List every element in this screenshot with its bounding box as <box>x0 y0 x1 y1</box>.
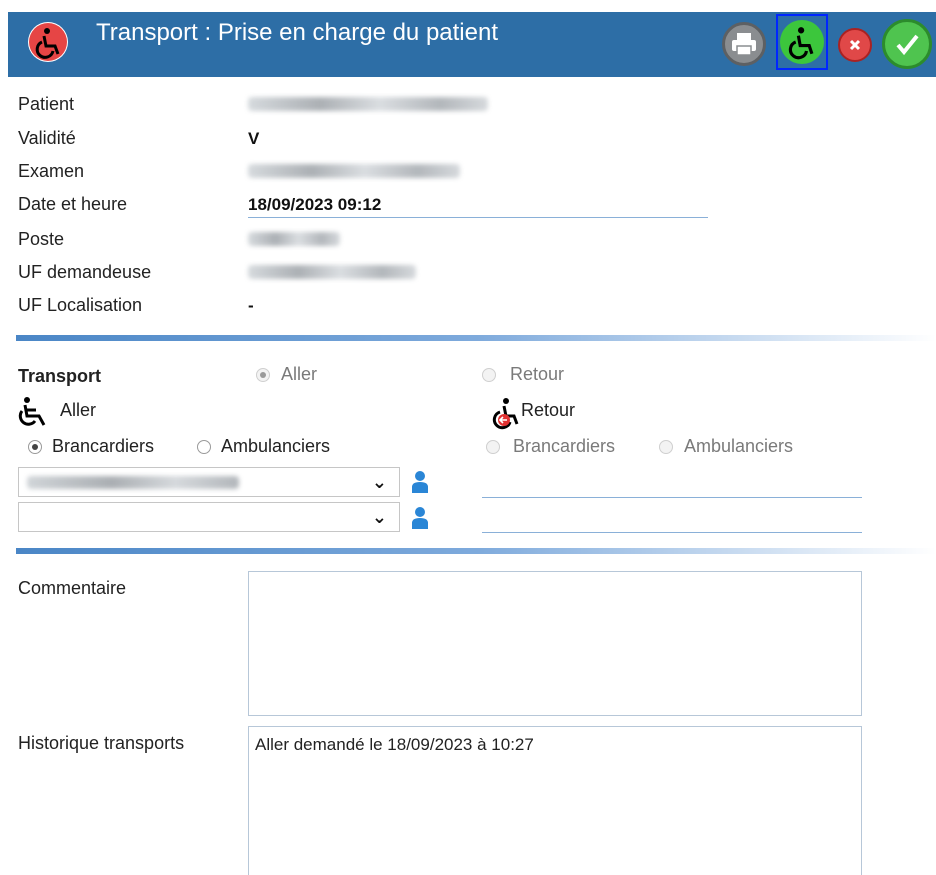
examen-label: Examen <box>18 161 85 181</box>
aller-brancardiers-label: Brancardiers <box>52 436 155 456</box>
uf-demandeuse-label: UF demandeuse <box>18 262 152 282</box>
aller-porter-select-1[interactable]: ⌄ <box>18 467 400 497</box>
commentaire-textarea[interactable] <box>248 571 862 716</box>
title-bar: Transport : Prise en charge du patient <box>8 12 936 77</box>
window-title: Transport : Prise en charge du patient <box>96 19 498 46</box>
retour-ambulanciers-label: Ambulanciers <box>684 436 794 456</box>
uf-localisation-label: UF Localisation <box>18 295 143 315</box>
wheelchair-return-icon <box>492 398 519 430</box>
uf-localisation-value: - <box>248 296 254 315</box>
chevron-down-icon: ⌄ <box>371 507 387 527</box>
date-field-underline <box>248 217 708 218</box>
transport-aller-radio[interactable] <box>256 368 270 382</box>
aller-ambulanciers-radio[interactable] <box>197 440 211 454</box>
retour-brancardiers-label: Brancardiers <box>513 436 616 456</box>
print-button[interactable] <box>722 22 766 66</box>
wheelchair-button[interactable] <box>776 14 828 70</box>
validite-label: Validité <box>18 128 76 148</box>
transport-retour-radio[interactable] <box>482 368 496 382</box>
check-icon <box>896 34 919 56</box>
print-icon <box>732 33 756 56</box>
confirm-button[interactable] <box>882 19 932 69</box>
validite-value: V <box>248 129 260 148</box>
cancel-button[interactable] <box>838 28 872 62</box>
aller-ambulanciers-label: Ambulanciers <box>221 436 331 456</box>
chevron-down-icon: ⌄ <box>371 472 387 492</box>
aller-porter-select-2[interactable]: ⌄ <box>18 502 400 532</box>
aller-header-label: Aller <box>60 400 97 420</box>
retour-header-label: Retour <box>521 400 576 420</box>
aller-brancardiers-radio[interactable] <box>28 440 42 454</box>
patient-value-redacted <box>248 97 488 111</box>
retour-brancardiers-radio[interactable] <box>486 440 500 454</box>
retour-porter-field-2[interactable] <box>482 532 862 533</box>
examen-value-redacted <box>248 164 460 178</box>
patient-label: Patient <box>18 94 75 114</box>
commentaire-label: Commentaire <box>18 578 127 598</box>
select-value-redacted <box>27 476 239 489</box>
section-separator <box>16 335 936 341</box>
close-icon <box>849 39 861 51</box>
uf-demandeuse-value-redacted <box>248 265 416 279</box>
person-icon[interactable] <box>411 506 429 530</box>
wheelchair-icon <box>18 397 46 426</box>
date-label: Date et heure <box>18 194 128 214</box>
historique-label: Historique transports <box>18 733 185 753</box>
wheelchair-icon <box>788 27 814 60</box>
wheelchair-icon <box>28 22 68 62</box>
transport-retour-label: Retour <box>510 364 565 384</box>
retour-ambulanciers-radio[interactable] <box>659 440 673 454</box>
section-separator <box>16 548 936 554</box>
person-icon[interactable] <box>411 470 429 494</box>
poste-value-redacted <box>248 232 340 246</box>
historique-textarea: Aller demandé le 18/09/2023 à 10:27 <box>248 726 862 875</box>
transport-aller-label: Aller <box>281 364 318 384</box>
transport-label: Transport <box>18 366 102 386</box>
date-value: 18/09/2023 09:12 <box>248 195 382 214</box>
poste-label: Poste <box>18 229 65 249</box>
retour-porter-field-1[interactable] <box>482 497 862 498</box>
